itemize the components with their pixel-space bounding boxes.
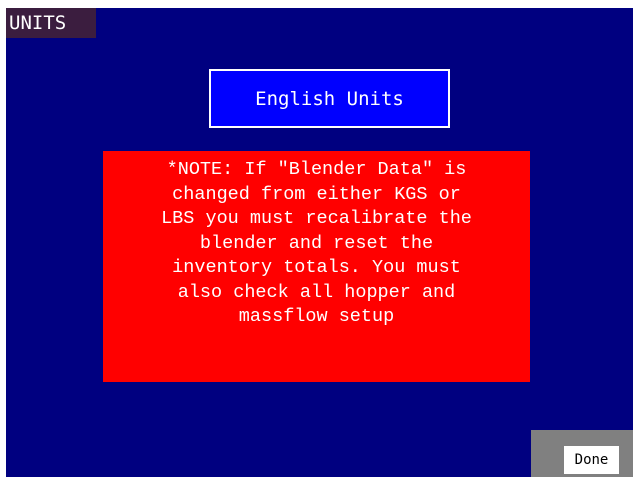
note-line: changed from either KGS or [172,183,461,205]
done-button[interactable]: Done [564,446,619,474]
units-screen: UNITS English Units *NOTE: If "Blender D… [6,8,633,477]
note-line: also check all hopper and [177,281,456,303]
note-line: *NOTE: If "Blender Data" is [166,159,467,180]
done-panel: Done [531,430,633,477]
screen-title: UNITS [6,8,96,38]
note-line: blender and reset the [199,232,434,254]
units-toggle-button[interactable]: English Units [209,69,450,128]
warning-note: *NOTE: If "Blender Data" is changed from… [103,151,530,382]
note-line: inventory totals. You must [172,257,461,278]
note-line: massflow setup [238,306,395,327]
note-line: LBS you must recalibrate the [161,208,472,229]
